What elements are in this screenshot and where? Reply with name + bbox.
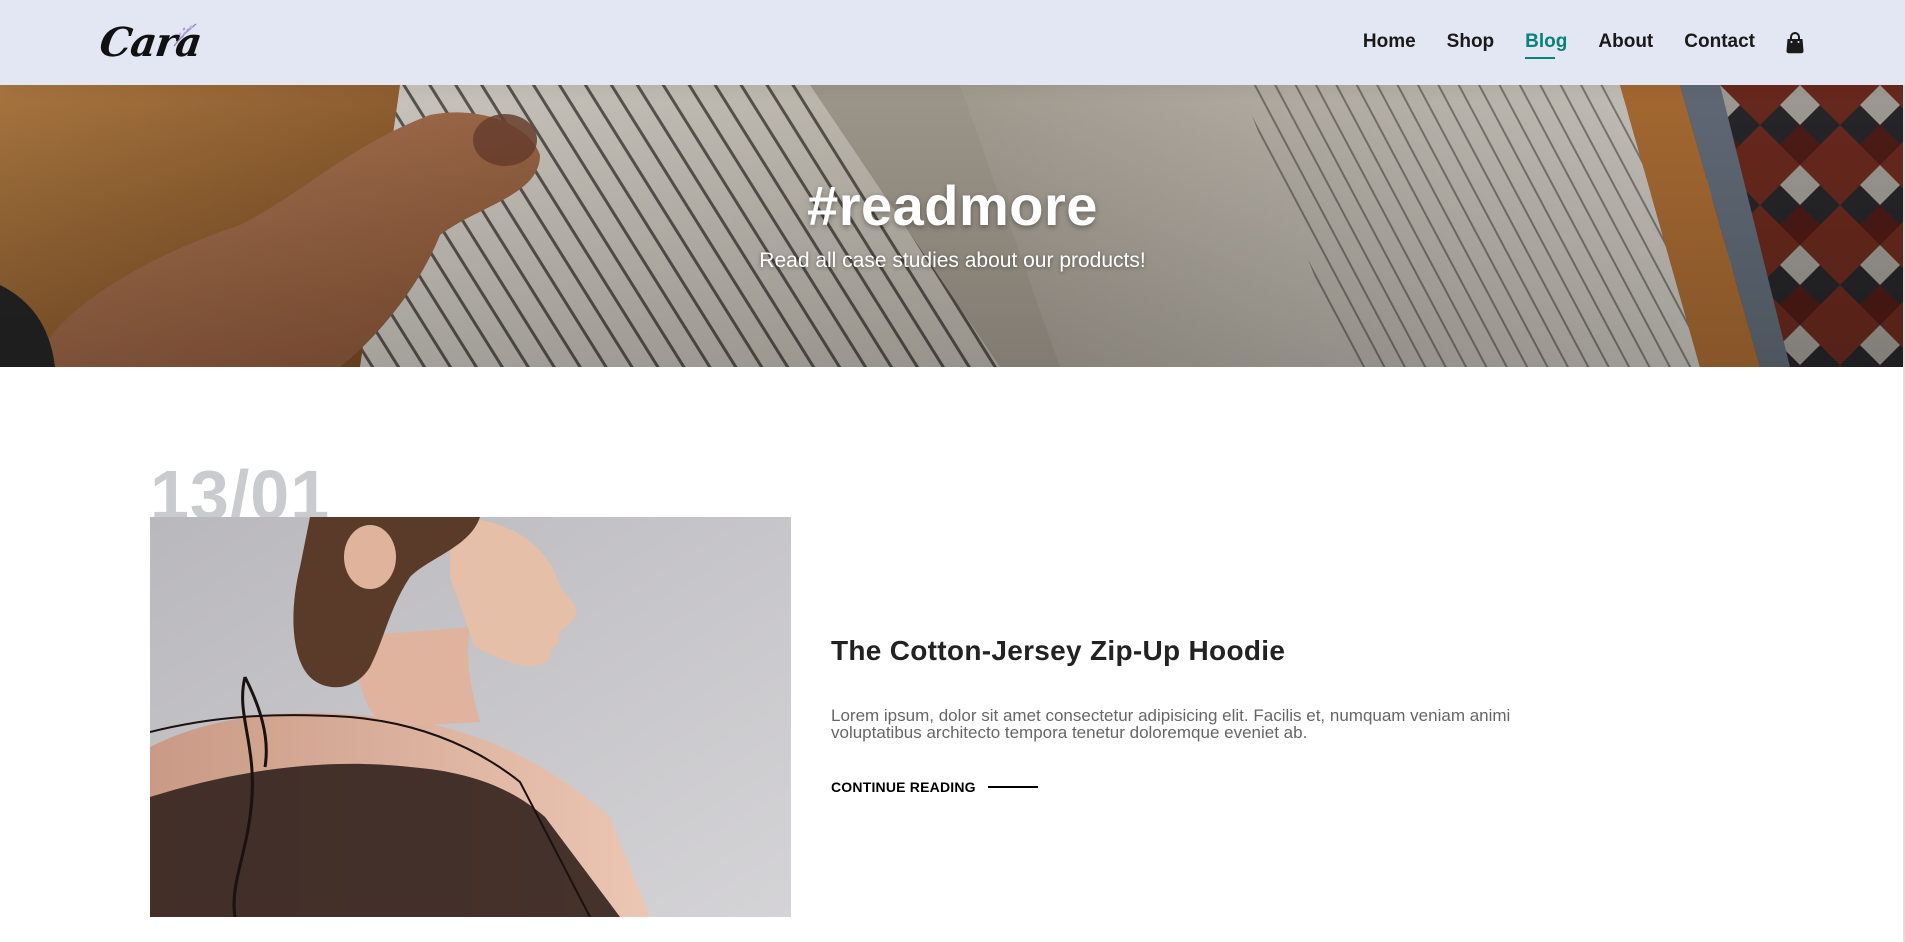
nav-about[interactable]: About [1598,31,1653,55]
post-excerpt: Lorem ipsum, dolor sit amet consectetur … [831,706,1511,742]
nav-contact[interactable]: Contact [1684,31,1755,55]
shopping-bag-icon[interactable] [1785,31,1805,54]
nav-home[interactable]: Home [1363,31,1416,55]
blog-post: 13/01 The Cotton-Jersey Zip-Up Hoodie Lo… [150,460,1550,920]
main-nav: Home Shop Blog About Contact [1332,31,1805,59]
blog-page: Cara Home Shop Blog About Contact #readm… [0,0,1905,942]
hero-banner: #readmore Read all case studies about ou… [0,85,1905,367]
continue-reading-label: CONTINUE READING [831,779,976,795]
site-header: Cara Home Shop Blog About Contact [0,0,1905,85]
logo[interactable]: Cara [97,18,204,68]
lavender-sprig-icon [173,23,197,46]
hero-title: #readmore [807,174,1098,237]
hero-subtitle: Read all case studies about our products… [759,249,1146,272]
nav-shop[interactable]: Shop [1447,31,1495,55]
post-details: The Cotton-Jersey Zip-Up Hoodie Lorem ip… [831,635,1591,797]
link-underline-decoration [987,786,1038,788]
post-title[interactable]: The Cotton-Jersey Zip-Up Hoodie [831,635,1591,667]
nav-blog[interactable]: Blog [1525,31,1567,59]
post-image[interactable] [150,517,791,917]
model-photo [150,517,791,917]
continue-reading-link[interactable]: CONTINUE READING [831,779,1038,795]
